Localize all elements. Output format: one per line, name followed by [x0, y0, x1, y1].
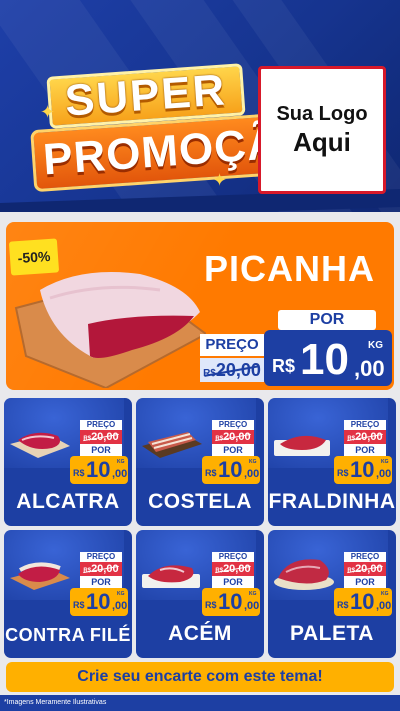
- price-decimal: ,00: [112, 468, 128, 480]
- product-price: R$ 10 ,00 KG: [202, 456, 260, 484]
- price-integer: 10: [350, 589, 375, 614]
- product-name: ALCATRA: [16, 490, 120, 513]
- product-card-contra-file[interactable]: PREÇO R$20,00 POR R$ 10 ,00 KG CONTRA FI…: [4, 530, 132, 658]
- product-name: FRALDINHA: [268, 490, 396, 513]
- price-unit: KG: [117, 591, 125, 597]
- logo-placeholder[interactable]: Sua Logo Aqui: [258, 66, 386, 194]
- paleta-image: [274, 559, 334, 590]
- price-decimal: ,00: [376, 600, 392, 612]
- preco-label: PREÇO: [212, 552, 254, 562]
- featured-product-name: PICANHA: [204, 248, 376, 289]
- old-price: R$20,00: [80, 430, 122, 444]
- price-decimal: ,00: [112, 600, 128, 612]
- por-label: POR: [80, 576, 122, 588]
- por-label: POR: [344, 576, 386, 588]
- old-price: R$20,00: [200, 358, 264, 382]
- sparkle-icon: ✦: [212, 170, 228, 190]
- preco-label: PREÇO: [200, 334, 264, 356]
- discount-badge: -50%: [8, 238, 60, 276]
- por-label: POR: [212, 576, 254, 588]
- acem-image: [142, 565, 200, 588]
- por-label: POR: [80, 444, 122, 456]
- price-decimal: ,00: [244, 468, 260, 480]
- por-label: POR: [344, 444, 386, 456]
- price-unit: KG: [117, 459, 125, 465]
- price-integer: 10: [86, 589, 111, 614]
- alcatra-image: [10, 432, 70, 458]
- price-unit: KG: [381, 591, 389, 597]
- product-price: R$ 10 ,00 KG: [334, 456, 392, 484]
- price-unit: KG: [381, 459, 389, 465]
- preco-label: PREÇO: [344, 552, 386, 562]
- old-price: R$20,00: [344, 430, 386, 444]
- logo-text-line1: Sua Logo: [276, 103, 368, 125]
- price-integer: 10: [350, 457, 375, 482]
- product-name: COSTELA: [148, 490, 252, 513]
- price-decimal: ,00: [354, 356, 385, 381]
- price-integer: 10: [218, 589, 243, 614]
- old-price: R$20,00: [212, 562, 254, 576]
- por-label: POR: [212, 444, 254, 456]
- product-price: R$ 10 ,00 KG: [70, 588, 128, 616]
- preco-label: PREÇO: [344, 420, 386, 430]
- disclaimer-text: *Imagens Meramente Ilustrativas: [0, 695, 400, 711]
- product-card-fraldinha[interactable]: PREÇO R$20,00 POR R$ 10 ,00 KG FRALDINHA: [268, 398, 396, 526]
- product-name: ACÉM: [168, 622, 232, 645]
- product-card-acem[interactable]: PREÇO R$20,00 POR R$ 10 ,00 KG ACÉM: [136, 530, 264, 658]
- promo-title: SUPER PROMOÇÃO ✦ ✦: [26, 62, 328, 193]
- price-currency: R$: [205, 600, 217, 610]
- contra-file-image: [10, 562, 70, 590]
- price-decimal: ,00: [376, 468, 392, 480]
- price-integer: 10: [218, 457, 243, 482]
- price-currency: R$: [337, 468, 349, 478]
- price-currency: R$: [73, 600, 85, 610]
- product-price: R$ 10 ,00 KG: [334, 588, 392, 616]
- featured-price: R$ 10 ,00 KG: [264, 330, 392, 386]
- costela-image: [142, 432, 202, 458]
- price-integer: 10: [86, 457, 111, 482]
- preco-label: PREÇO: [212, 420, 254, 430]
- fraldinha-image: [274, 435, 330, 456]
- old-price: R$20,00: [212, 430, 254, 444]
- price-unit: KG: [368, 340, 383, 351]
- cta-banner[interactable]: Crie seu encarte com este tema!: [6, 662, 394, 692]
- price-decimal: ,00: [244, 600, 260, 612]
- logo-text-line2: Aqui: [293, 127, 351, 157]
- por-label: POR: [278, 310, 376, 330]
- preco-label: PREÇO: [80, 552, 122, 562]
- header-banner: SUPER PROMOÇÃO ✦ ✦ Sua Logo Aqui: [0, 0, 400, 212]
- price-currency: R$: [272, 356, 296, 376]
- product-card-paleta[interactable]: PREÇO R$20,00 POR R$ 10 ,00 KG PALETA: [268, 530, 396, 658]
- price-integer: 10: [300, 335, 349, 384]
- product-name: PALETA: [290, 622, 374, 645]
- product-card-costela[interactable]: PREÇO R$20,00 POR R$ 10 ,00 KG COSTELA: [136, 398, 264, 526]
- product-price: R$ 10 ,00 KG: [202, 588, 260, 616]
- old-price: R$20,00: [344, 562, 386, 576]
- product-price: R$ 10 ,00 KG: [70, 456, 128, 484]
- price-currency: R$: [205, 468, 217, 478]
- product-card-alcatra[interactable]: PREÇO R$20,00 POR R$ 10 ,00 KG ALCATRA: [4, 398, 132, 526]
- price-unit: KG: [249, 459, 257, 465]
- price-unit: KG: [249, 591, 257, 597]
- price-currency: R$: [73, 468, 85, 478]
- preco-label: PREÇO: [80, 420, 122, 430]
- price-currency: R$: [337, 600, 349, 610]
- old-price: R$20,00: [80, 562, 122, 576]
- product-name: CONTRA FILÉ: [5, 625, 131, 645]
- sparkle-icon: ✦: [40, 102, 56, 122]
